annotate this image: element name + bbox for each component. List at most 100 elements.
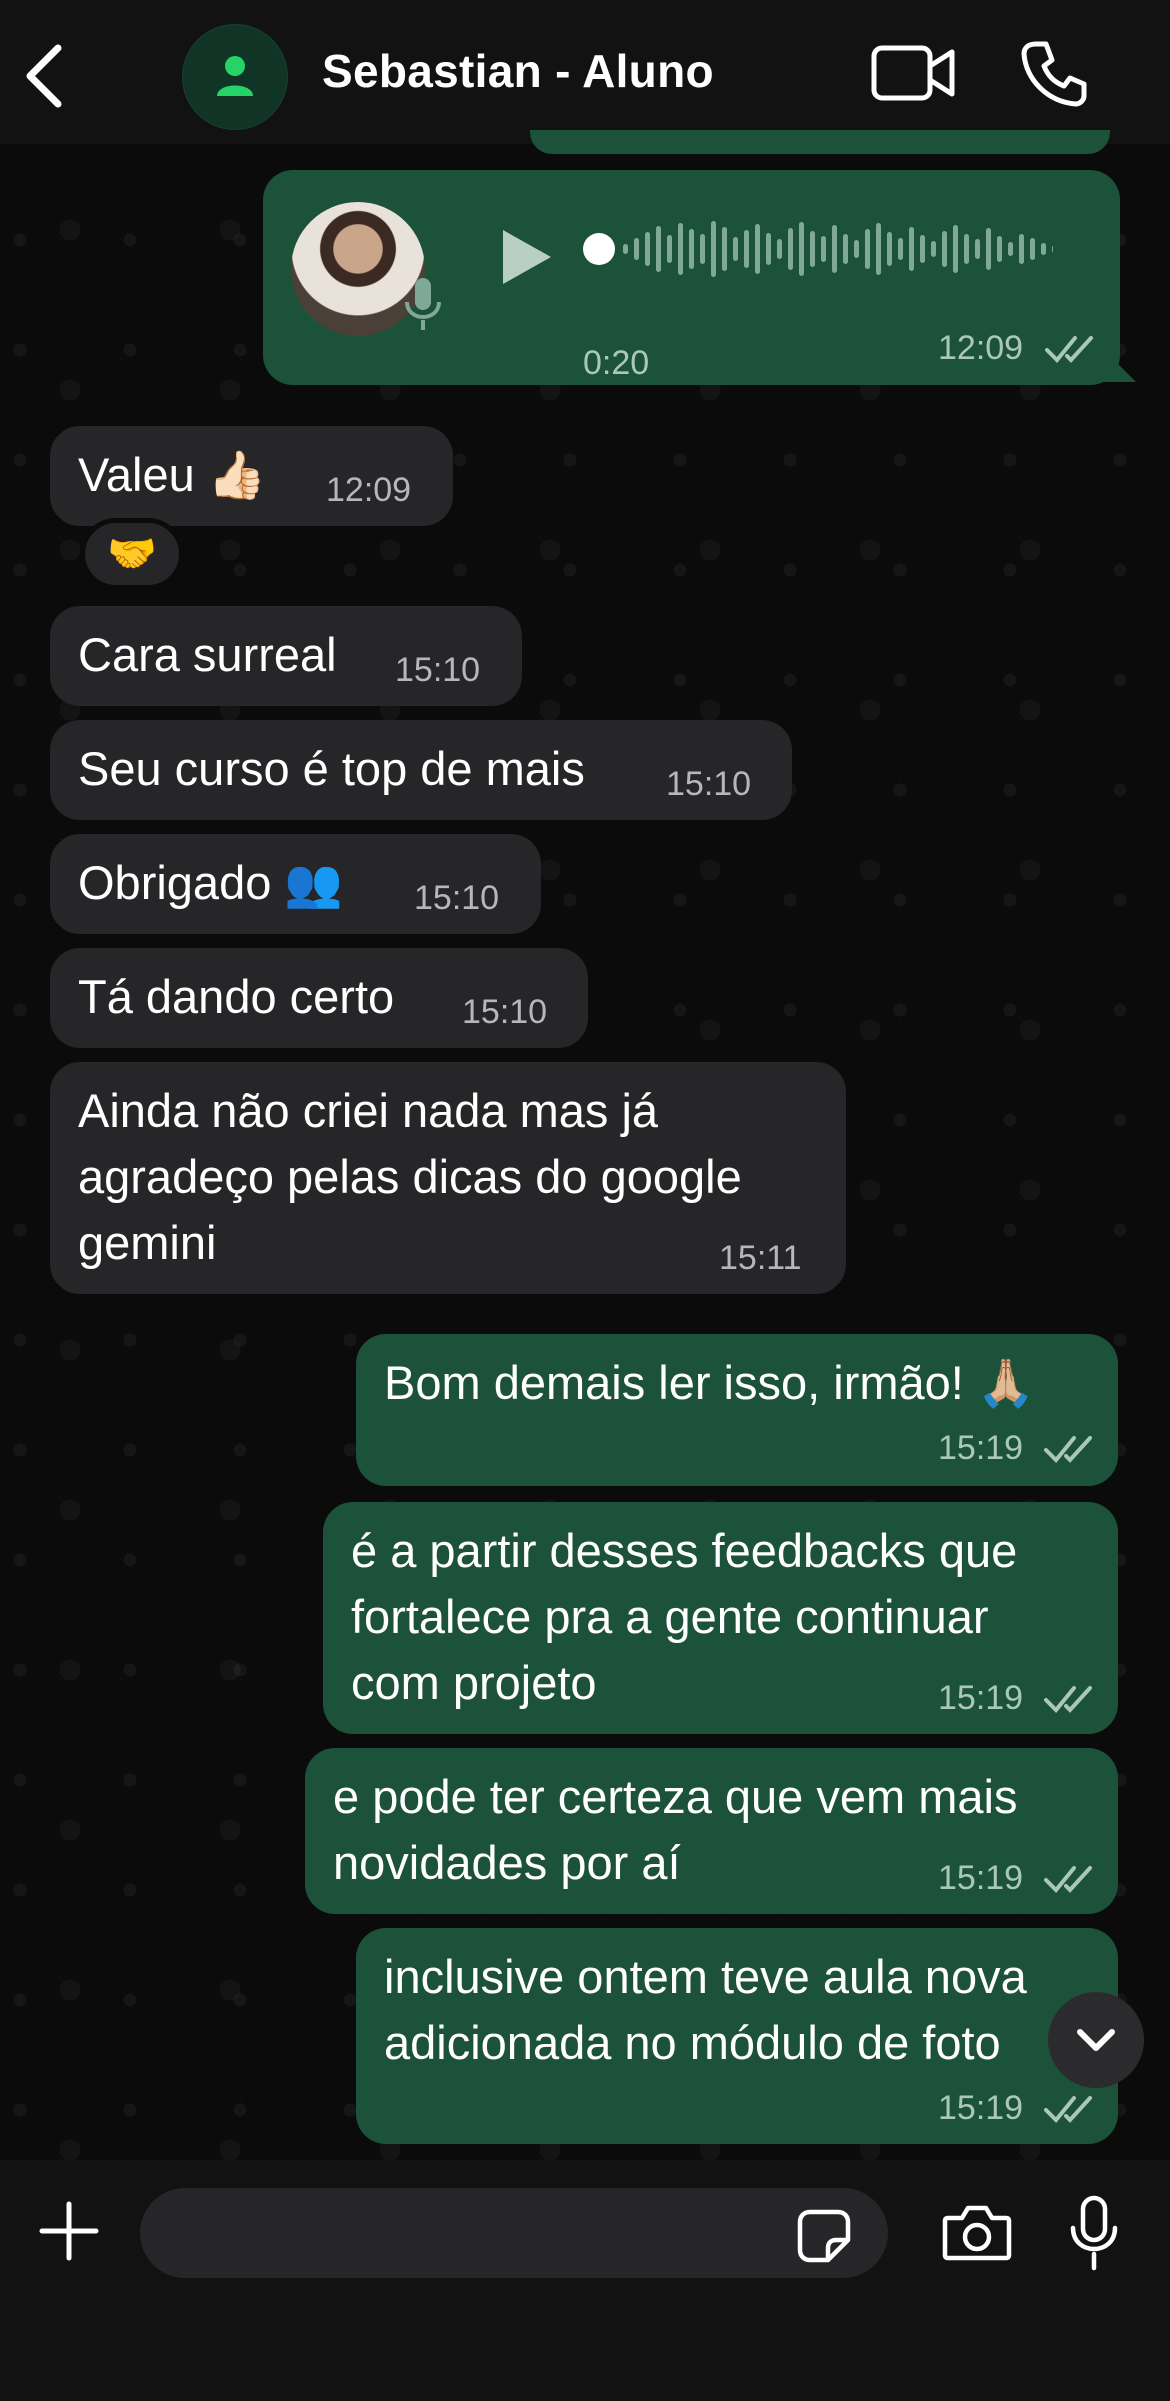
message-bubble-incoming[interactable]: Valeu 👍🏻 12:09 bbox=[50, 426, 453, 526]
sticker-icon bbox=[797, 2209, 851, 2263]
waveform-bar bbox=[931, 241, 936, 257]
read-receipt-icon bbox=[1045, 336, 1093, 363]
message-text: Obrigado 👥 bbox=[78, 856, 343, 909]
message-bubble-outgoing[interactable]: Bom demais ler isso, irmão! 🙏🏼 15:19 bbox=[356, 1334, 1118, 1486]
waveform-bar bbox=[997, 236, 1002, 262]
message-time: 15:11 bbox=[719, 1239, 802, 1277]
waveform-bar bbox=[799, 222, 804, 276]
read-receipt-icon bbox=[1044, 1686, 1092, 1713]
waveform-bar bbox=[1041, 243, 1046, 255]
record-audio-button[interactable] bbox=[1068, 2194, 1120, 2272]
phone-icon bbox=[1021, 41, 1087, 107]
message-bubble-incoming[interactable]: Obrigado 👥 15:10 bbox=[50, 834, 541, 934]
waveform-bar bbox=[986, 228, 991, 270]
waveform-bar bbox=[821, 236, 826, 262]
back-button[interactable] bbox=[18, 38, 78, 114]
read-receipt-icon bbox=[1044, 1436, 1092, 1463]
waveform-bar bbox=[843, 234, 848, 264]
message-time: 15:10 bbox=[414, 879, 500, 917]
waveform-bar bbox=[667, 235, 672, 263]
chevron-left-icon bbox=[26, 44, 62, 108]
waveform-bar bbox=[1019, 234, 1024, 264]
video-camera-icon bbox=[871, 45, 955, 101]
waveform-bar bbox=[777, 239, 782, 259]
message-text: Valeu 👍🏻 bbox=[78, 448, 267, 501]
message-text: Seu curso é top de mais bbox=[78, 742, 585, 795]
waveform-bar bbox=[678, 223, 683, 275]
waveform-bar bbox=[634, 238, 639, 260]
voice-call-button[interactable] bbox=[1020, 38, 1090, 108]
waveform-bar bbox=[623, 244, 628, 254]
message-text: é a partir desses feedbacks que fortalec… bbox=[351, 1524, 1018, 1709]
waveform-bar bbox=[1030, 238, 1035, 260]
contact-name[interactable]: Sebastian - Aluno bbox=[322, 44, 714, 98]
message-time: 12:09 bbox=[938, 329, 1024, 367]
message-text: Ainda não criei nada mas já agradeço pel… bbox=[78, 1084, 742, 1269]
message-composer bbox=[0, 2160, 1170, 2401]
message-bubble-incoming[interactable]: Cara surreal 15:10 bbox=[50, 606, 522, 706]
waveform-bar bbox=[656, 226, 661, 272]
person-icon bbox=[217, 56, 253, 96]
read-receipt-icon bbox=[1044, 2096, 1092, 2123]
scroll-to-bottom-button[interactable] bbox=[1048, 1992, 1144, 2088]
attach-button[interactable] bbox=[38, 2200, 100, 2262]
message-bubble-incoming[interactable]: Ainda não criei nada mas já agradeço pel… bbox=[50, 1062, 846, 1294]
voice-message-bubble[interactable]: 0:20 12:09 bbox=[263, 170, 1120, 385]
chat-header: Sebastian - Aluno bbox=[0, 0, 1170, 144]
play-icon[interactable] bbox=[495, 226, 555, 288]
avatar[interactable] bbox=[182, 24, 288, 130]
microphone-icon bbox=[405, 278, 441, 330]
message-time: 15:10 bbox=[395, 651, 481, 689]
waveform-bar bbox=[788, 228, 793, 270]
waveform-bar bbox=[909, 227, 914, 271]
message-time: 15:19 bbox=[938, 1679, 1024, 1717]
message-text: Tá dando certo bbox=[78, 970, 395, 1023]
audio-waveform[interactable] bbox=[583, 214, 1053, 284]
video-call-button[interactable] bbox=[870, 40, 956, 106]
message-time: 15:19 bbox=[938, 1859, 1024, 1897]
camera-icon bbox=[942, 2205, 1012, 2261]
waveform-bar bbox=[865, 229, 870, 269]
waveform-bar bbox=[964, 234, 969, 264]
message-bubble-outgoing[interactable]: é a partir desses feedbacks que fortalec… bbox=[323, 1502, 1118, 1734]
reaction-chip[interactable]: 🤝 bbox=[80, 518, 184, 590]
message-text: Bom demais ler isso, irmão! 🙏🏼 bbox=[384, 1356, 1036, 1409]
message-bubble-outgoing[interactable]: inclusive ontem teve aula nova adicionad… bbox=[356, 1928, 1118, 2144]
waveform-bar bbox=[920, 235, 925, 263]
chevron-down-icon bbox=[1077, 2029, 1115, 2051]
message-text: Cara surreal bbox=[78, 628, 337, 681]
voice-duration: 0:20 bbox=[583, 344, 650, 382]
message-bubble-outgoing[interactable]: e pode ter certeza que vem mais novidade… bbox=[305, 1748, 1118, 1914]
waveform-bar bbox=[898, 238, 903, 260]
waveform-bar bbox=[810, 231, 815, 267]
microphone-icon bbox=[1070, 2195, 1118, 2271]
waveform-bar bbox=[953, 225, 958, 273]
waveform-bar bbox=[1008, 242, 1013, 256]
waveform-bar bbox=[711, 221, 716, 277]
message-time: 15:19 bbox=[938, 2089, 1024, 2127]
waveform-bar bbox=[876, 223, 881, 275]
message-time: 15:10 bbox=[666, 765, 752, 803]
message-time: 12:09 bbox=[326, 471, 412, 509]
sticker-button[interactable] bbox=[796, 2208, 852, 2264]
message-text: inclusive ontem teve aula nova adicionad… bbox=[384, 1950, 1027, 2069]
waveform-bar bbox=[975, 239, 980, 259]
waveform-bar bbox=[733, 237, 738, 261]
waveform-bar bbox=[689, 229, 694, 269]
waveform-bar bbox=[832, 225, 837, 273]
waveform-bar bbox=[942, 231, 947, 267]
waveform-bar bbox=[1052, 245, 1053, 253]
message-bubble-incoming[interactable]: Tá dando certo 15:10 bbox=[50, 948, 588, 1048]
message-time: 15:10 bbox=[462, 993, 548, 1031]
waveform-bar bbox=[645, 232, 650, 266]
message-input[interactable] bbox=[140, 2188, 888, 2278]
waveform-bar bbox=[854, 240, 859, 258]
previous-message-edge bbox=[530, 130, 1110, 154]
message-bubble-incoming[interactable]: Seu curso é top de mais 15:10 bbox=[50, 720, 792, 820]
waveform-bar bbox=[700, 234, 705, 264]
waveform-bar bbox=[722, 227, 727, 271]
message-time: 15:19 bbox=[938, 1429, 1024, 1467]
waveform-bar bbox=[887, 232, 892, 266]
camera-button[interactable] bbox=[942, 2202, 1012, 2262]
read-receipt-icon bbox=[1044, 1866, 1092, 1893]
